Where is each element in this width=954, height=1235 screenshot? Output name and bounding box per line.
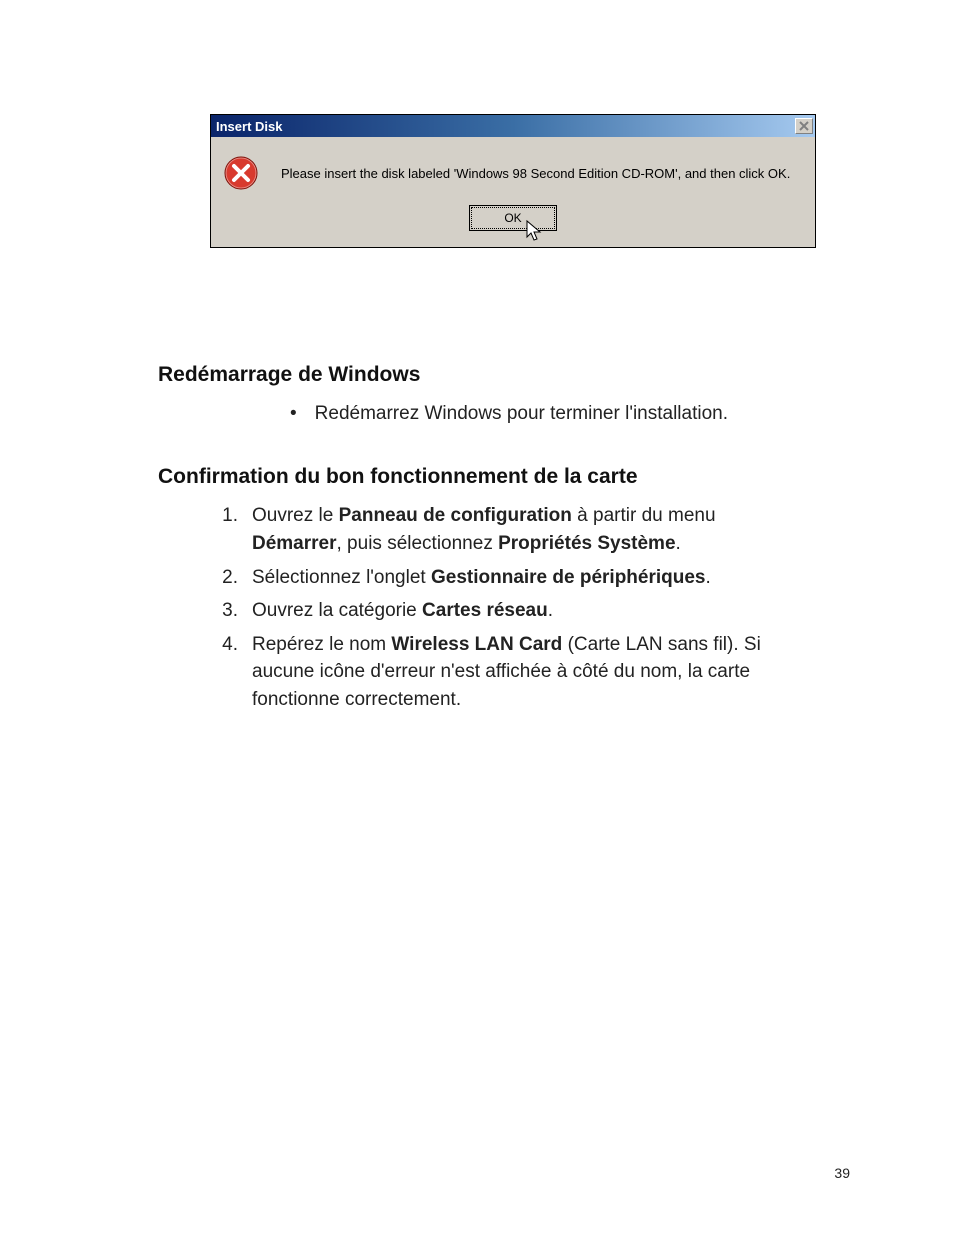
step-bold: Démarrer (252, 533, 337, 554)
step-bold: Cartes réseau (422, 600, 548, 621)
list-item: 4. Repérez le nom Wireless LAN Card (Car… (218, 631, 808, 714)
ok-button-label: OK (504, 211, 521, 225)
step-text: Repérez le nom (252, 634, 391, 655)
step-number: 1. (218, 502, 238, 557)
heading-restart: Redémarrage de Windows (158, 360, 808, 390)
document-body: Redémarrage de Windows • Redémarrez Wind… (158, 360, 808, 719)
step-text: Ouvrez la catégorie (252, 600, 422, 621)
step-bold: Gestionnaire de périphériques (431, 567, 706, 588)
heading-confirm: Confirmation du bon fonctionnement de la… (158, 462, 808, 492)
step-text: , puis sélectionnez (337, 533, 499, 554)
bullet-icon: • (290, 400, 297, 428)
step-text: à partir du menu (572, 505, 716, 526)
step-bold: Wireless LAN Card (391, 634, 562, 655)
step-text: Sélectionnez l'onglet (252, 567, 431, 588)
step-text: . (548, 600, 553, 621)
insert-disk-dialog: Insert Disk Please insert the (210, 114, 816, 248)
dialog-title: Insert Disk (216, 119, 282, 134)
step-number: 4. (218, 631, 238, 714)
step-number: 2. (218, 564, 238, 592)
list-item: 3. Ouvrez la catégorie Cartes réseau. (218, 597, 808, 625)
dialog-titlebar: Insert Disk (211, 115, 815, 137)
restart-bullet-text: Redémarrez Windows pour terminer l'insta… (315, 400, 728, 428)
page-number: 39 (834, 1165, 850, 1181)
dialog-message: Please insert the disk labeled 'Windows … (281, 166, 790, 181)
step-text: . (706, 567, 711, 588)
steps-list: 1. Ouvrez le Panneau de configuration à … (158, 502, 808, 713)
step-bold: Propriétés Système (498, 533, 675, 554)
close-button[interactable] (795, 118, 813, 134)
list-item: 2. Sélectionnez l'onglet Gestionnaire de… (218, 564, 808, 592)
close-icon (799, 121, 809, 131)
ok-button[interactable]: OK (469, 205, 557, 231)
step-text: Ouvrez le (252, 505, 339, 526)
error-icon (223, 155, 259, 191)
step-text: . (676, 533, 681, 554)
step-bold: Panneau de configuration (339, 505, 572, 526)
step-number: 3. (218, 597, 238, 625)
list-item: 1. Ouvrez le Panneau de configuration à … (218, 502, 808, 557)
